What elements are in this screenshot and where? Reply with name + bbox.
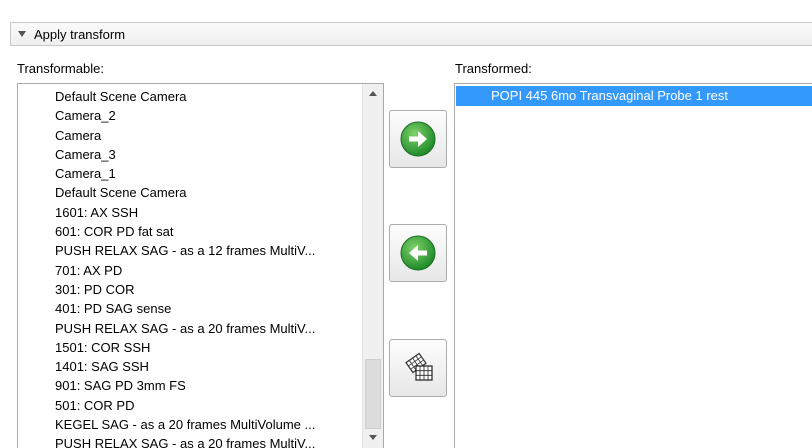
list-item[interactable]: Default Scene Camera bbox=[18, 87, 363, 106]
list-item[interactable]: Camera_2 bbox=[18, 106, 363, 125]
move-right-button[interactable] bbox=[389, 110, 447, 168]
transformable-label: Transformable: bbox=[17, 61, 104, 76]
transformed-label: Transformed: bbox=[455, 61, 532, 76]
list-item[interactable]: 901: SAG PD 3mm FS bbox=[18, 376, 363, 395]
list-item[interactable]: Default Scene Camera bbox=[18, 183, 363, 202]
move-left-button[interactable] bbox=[389, 224, 447, 282]
list-item[interactable]: 1601: AX SSH bbox=[18, 203, 363, 222]
list-item[interactable]: Camera_1 bbox=[18, 164, 363, 183]
list-item[interactable]: 601: COR PD fat sat bbox=[18, 222, 363, 241]
collapse-caret-icon[interactable] bbox=[18, 31, 26, 37]
harden-transform-icon bbox=[405, 352, 433, 381]
list-item[interactable]: 1501: COR SSH bbox=[18, 338, 363, 357]
transformed-list[interactable]: POPI 445 6mo Transvaginal Probe 1 rest bbox=[454, 83, 812, 448]
harden-transform-button[interactable] bbox=[389, 339, 447, 397]
list-item[interactable]: Camera_3 bbox=[18, 145, 363, 164]
list-item[interactable]: KEGEL SAG - as a 20 frames MultiVolume .… bbox=[18, 415, 363, 434]
list-item[interactable]: 301: PD COR bbox=[18, 280, 363, 299]
arrow-right-circle-icon bbox=[400, 121, 436, 157]
transformable-list[interactable]: Default Scene Camera Camera_2 Camera Cam… bbox=[17, 83, 384, 448]
scroll-down-arrow-icon[interactable] bbox=[369, 435, 377, 440]
list-item[interactable]: 701: AX PD bbox=[18, 261, 363, 280]
list-item[interactable]: PUSH RELAX SAG - as a 12 frames MultiV..… bbox=[18, 241, 363, 260]
transformable-scrollbar[interactable] bbox=[362, 84, 383, 448]
list-item[interactable]: Camera bbox=[18, 126, 363, 145]
scrollbar-thumb[interactable] bbox=[365, 359, 381, 429]
list-item[interactable]: PUSH RELAX SAG - as a 20 frames MultiV..… bbox=[18, 319, 363, 338]
section-title: Apply transform bbox=[34, 26, 126, 42]
scroll-up-arrow-icon[interactable] bbox=[369, 91, 377, 96]
arrow-left-circle-icon bbox=[400, 235, 436, 271]
apply-transform-header[interactable]: Apply transform bbox=[10, 22, 812, 46]
list-item[interactable]: 401: PD SAG sense bbox=[18, 299, 363, 318]
list-item-selected[interactable]: POPI 445 6mo Transvaginal Probe 1 rest bbox=[456, 86, 812, 106]
list-item[interactable]: PUSH RELAX SAG - as a 20 frames MultiV..… bbox=[18, 434, 363, 448]
list-item[interactable]: 501: COR PD bbox=[18, 396, 363, 415]
list-item[interactable]: 1401: SAG SSH bbox=[18, 357, 363, 376]
